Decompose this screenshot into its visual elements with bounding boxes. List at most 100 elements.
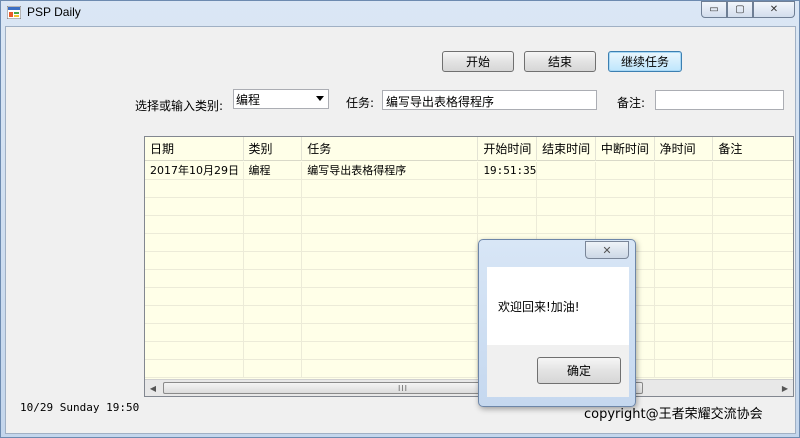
empty-cell [302, 180, 479, 198]
category-combobox[interactable]: 编程 [233, 89, 329, 109]
empty-cell [655, 198, 714, 216]
empty-cell [244, 270, 303, 288]
empty-cell [302, 288, 479, 306]
empty-cell [537, 216, 596, 234]
empty-row [145, 306, 793, 324]
empty-cell [655, 180, 714, 198]
empty-row [145, 288, 793, 306]
empty-row [145, 324, 793, 342]
dialog-close-button[interactable]: ✕ [585, 241, 629, 259]
empty-row [145, 252, 793, 270]
message-dialog: ✕ 欢迎回来!加油! 确定 [478, 239, 636, 407]
dialog-message: 欢迎回来!加油! [498, 300, 580, 314]
empty-cell [244, 216, 303, 234]
empty-cell [244, 342, 303, 360]
close-button[interactable]: ✕ [753, 1, 795, 18]
note-input[interactable] [655, 90, 784, 110]
empty-cell [302, 306, 479, 324]
empty-cell [713, 324, 793, 342]
chevron-down-icon[interactable] [316, 96, 324, 101]
cell-category[interactable]: 编程 [244, 162, 303, 180]
empty-cell [655, 216, 714, 234]
empty-cell [655, 306, 714, 324]
minimize-button[interactable]: ▭ [701, 1, 727, 18]
column-header-task[interactable]: 任务 [302, 137, 479, 161]
title-bar[interactable]: PSP Daily ▭ ▢ ✕ [1, 1, 800, 25]
note-label: 备注: [617, 96, 646, 110]
column-header-end-time[interactable]: 结束时间 [537, 137, 596, 161]
empty-cell [244, 198, 303, 216]
empty-cell [145, 234, 244, 252]
empty-cell [478, 180, 538, 198]
status-datetime: 10/29 Sunday 19:50 [20, 401, 140, 414]
empty-cell [244, 288, 303, 306]
scroll-left-icon[interactable]: ◀ [145, 380, 161, 396]
empty-cell [145, 216, 244, 234]
empty-cell [713, 198, 793, 216]
empty-cell [302, 270, 479, 288]
dialog-body: 欢迎回来!加油! [487, 267, 629, 345]
client-area: 开始 结束 继续任务 选择或输入类别: 编程 任务: 编写导出表格得程序 备注:… [5, 26, 796, 434]
empty-cell [713, 306, 793, 324]
empty-cell [302, 198, 479, 216]
main-window: PSP Daily ▭ ▢ ✕ 开始 结束 继续任务 选择或输入类别: 编程 任… [0, 0, 800, 438]
empty-cell [596, 216, 655, 234]
empty-cell [244, 252, 303, 270]
empty-cell [145, 342, 244, 360]
empty-cell [713, 234, 793, 252]
horizontal-scrollbar[interactable]: ◀ III ▶ [145, 379, 793, 396]
cell-note[interactable] [713, 162, 793, 180]
column-header-note[interactable]: 备注 [713, 137, 793, 161]
empty-cell [655, 360, 714, 378]
empty-row [145, 270, 793, 288]
empty-cell [302, 216, 479, 234]
empty-cell [713, 180, 793, 198]
maximize-button[interactable]: ▢ [727, 1, 753, 18]
empty-cell [655, 342, 714, 360]
grid-header: 日期 类别 任务 开始时间 结束时间 中断时间 净时间 备注 [145, 137, 793, 161]
empty-cell [537, 180, 596, 198]
cell-end-time[interactable] [537, 162, 596, 180]
empty-cell [302, 360, 479, 378]
empty-cell [596, 198, 655, 216]
empty-cell [537, 198, 596, 216]
continue-task-button[interactable]: 继续任务 [608, 51, 682, 72]
empty-row [145, 180, 793, 198]
empty-cell [596, 180, 655, 198]
cell-net-time[interactable] [655, 162, 714, 180]
column-header-start-time[interactable]: 开始时间 [478, 137, 538, 161]
empty-cell [655, 270, 714, 288]
cell-task[interactable]: 编写导出表格得程序 [302, 162, 479, 180]
empty-cell [145, 360, 244, 378]
task-label: 任务: [346, 96, 375, 110]
empty-cell [713, 252, 793, 270]
window-title: PSP Daily [27, 5, 81, 19]
empty-cell [713, 216, 793, 234]
ok-button[interactable]: 确定 [537, 357, 621, 384]
cell-date[interactable]: 2017年10月29日 [145, 162, 244, 180]
column-header-category[interactable]: 类别 [244, 137, 303, 161]
column-header-date[interactable]: 日期 [145, 137, 244, 161]
empty-cell [302, 324, 479, 342]
empty-cell [655, 234, 714, 252]
scroll-right-icon[interactable]: ▶ [777, 380, 793, 396]
task-grid[interactable]: 日期 类别 任务 开始时间 结束时间 中断时间 净时间 备注 2017年10月2… [144, 136, 794, 397]
empty-cell [244, 360, 303, 378]
empty-cell [713, 288, 793, 306]
empty-cell [478, 198, 538, 216]
cell-start-time[interactable]: 19:51:35 [478, 162, 538, 180]
task-input[interactable]: 编写导出表格得程序 [382, 90, 597, 110]
table-row[interactable]: 2017年10月29日 编程 编写导出表格得程序 19:51:35 [145, 162, 793, 180]
start-button[interactable]: 开始 [442, 51, 514, 72]
end-button[interactable]: 结束 [524, 51, 596, 72]
empty-cell [478, 216, 538, 234]
cell-interrupt-time[interactable] [596, 162, 655, 180]
empty-cell [244, 324, 303, 342]
empty-row [145, 216, 793, 234]
column-header-net-time[interactable]: 净时间 [655, 137, 714, 161]
empty-cell [713, 360, 793, 378]
empty-cell [145, 288, 244, 306]
empty-cell [145, 180, 244, 198]
column-header-interrupt-time[interactable]: 中断时间 [596, 137, 655, 161]
empty-cell [713, 270, 793, 288]
